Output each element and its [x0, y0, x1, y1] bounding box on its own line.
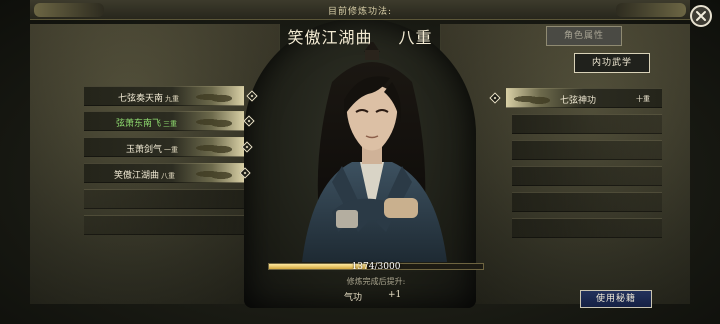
skill-slot-empty: [512, 192, 662, 212]
skill-name: 七弦神功: [560, 96, 597, 106]
skill-slot-empty: [512, 218, 662, 238]
skill-row-right[interactable]: 七弦神功 十重: [506, 88, 662, 108]
progress-text: 1374/3000: [351, 262, 401, 272]
bonus-title: 修炼完成后提升:: [346, 277, 406, 286]
skill-level: 三重: [163, 120, 178, 128]
bonus-stat-value: +1: [388, 290, 402, 300]
skill-name: 笑傲江湖曲: [114, 171, 160, 181]
skill-slot-empty: [84, 189, 244, 209]
cloud-icon: [196, 167, 238, 181]
skill-name: 七弦奏天南: [118, 94, 164, 104]
skill-level: 一重: [164, 146, 179, 154]
skill-row-left[interactable]: 七弦奏天南 九重: [84, 86, 244, 106]
tab-attributes[interactable]: 角色属性: [546, 26, 622, 46]
cloud-icon: [196, 90, 238, 104]
skill-level: 八重: [161, 172, 176, 180]
cloud-icon: [196, 115, 238, 129]
skill-row-left[interactable]: 笑傲江湖曲 八重: [84, 163, 244, 183]
skill-slot-empty: [84, 215, 244, 235]
cloud-icon: [196, 141, 238, 155]
skill-row-left[interactable]: 弦萧东南飞 三重: [84, 111, 244, 131]
skill-name: 弦萧东南飞: [116, 119, 162, 129]
cloud-icon: [514, 92, 556, 106]
skill-row-left[interactable]: 玉萧剑气 一重: [84, 137, 244, 157]
bonus-stat-name: 气功: [344, 293, 363, 303]
current-training-label: 目前修炼功法:: [327, 7, 393, 17]
skill-slot-empty: [512, 114, 662, 134]
skill-slot-empty: [512, 166, 662, 186]
character-portrait: [302, 42, 447, 262]
close-button[interactable]: [690, 5, 712, 27]
tab-martial-arts[interactable]: 内功武学: [574, 53, 650, 73]
skill-slot-empty: [512, 140, 662, 160]
skill-name: 玉萧剑气: [126, 145, 163, 155]
close-icon: [696, 11, 706, 21]
use-secret-book-button[interactable]: 使用秘籍: [580, 290, 652, 308]
game-screen: 目前修炼功法: 笑傲江湖曲 八重 角色属性 内功武学 七弦奏天南 九重 弦萧东南飞三…: [0, 0, 720, 324]
skill-level: 九重: [165, 95, 180, 103]
skill-level: 十重: [636, 95, 650, 103]
